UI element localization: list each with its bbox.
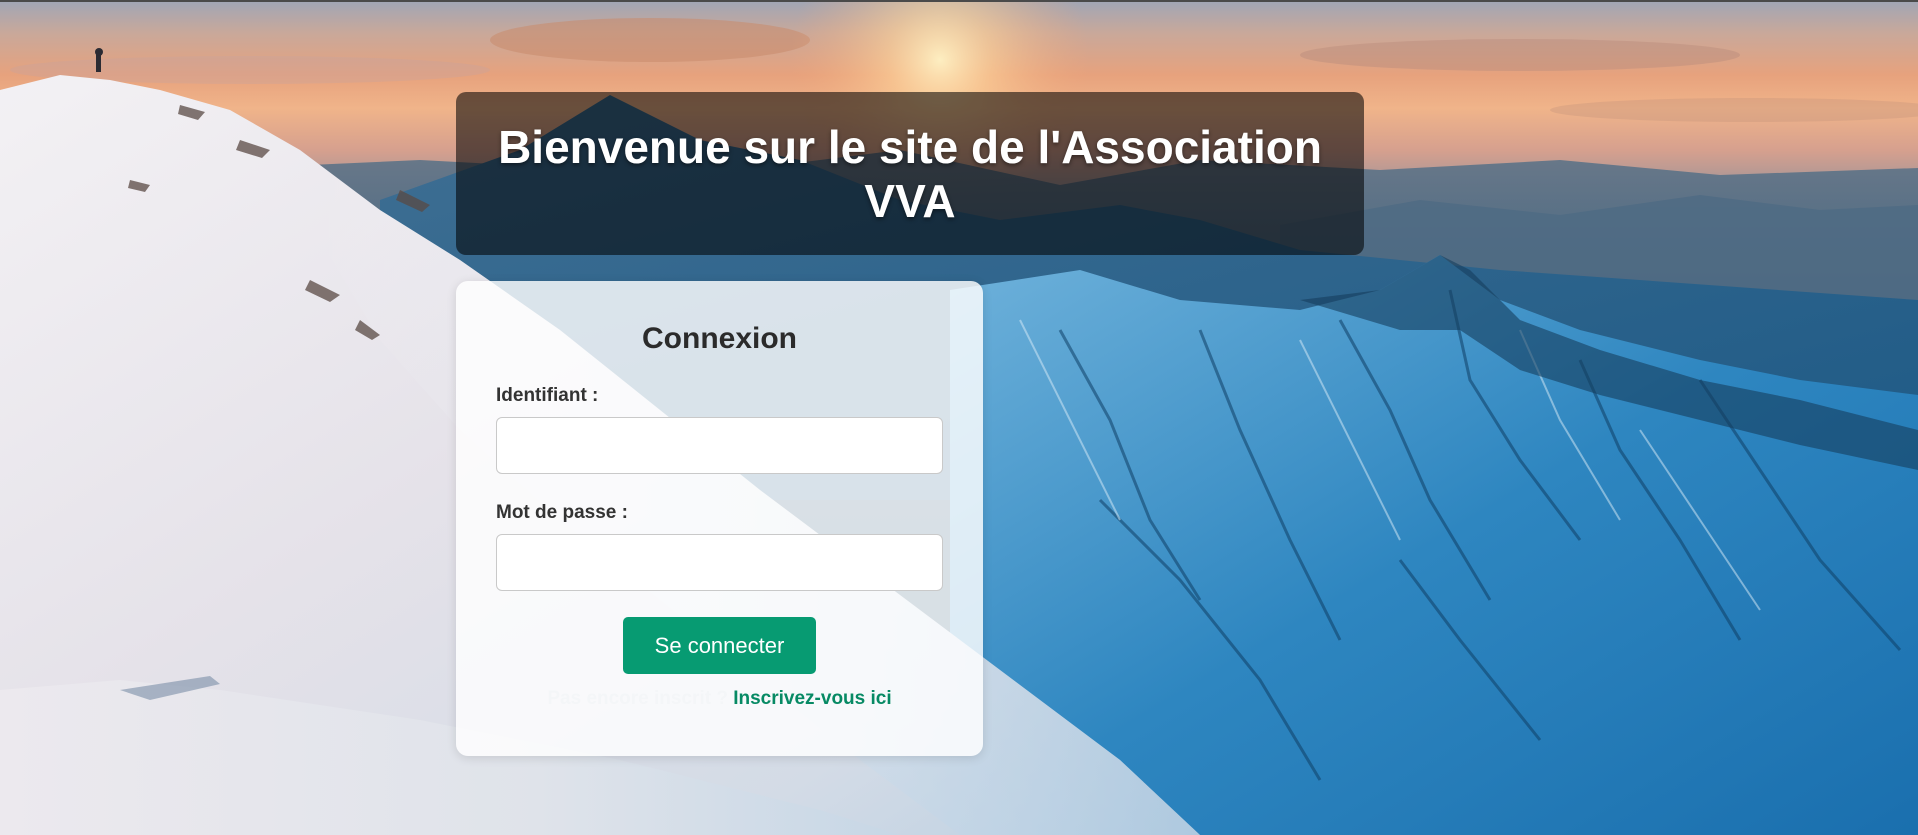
password-input[interactable] bbox=[496, 534, 943, 591]
username-label: Identifiant : bbox=[496, 385, 599, 406]
top-rule bbox=[0, 0, 1918, 2]
signup-prompt: Pas encore inscrit ? bbox=[547, 688, 728, 709]
username-input[interactable] bbox=[496, 417, 943, 474]
submit-row: Se connecter bbox=[496, 617, 943, 674]
signup-row: Pas encore inscrit ? Inscrivez-vous ici bbox=[496, 687, 943, 711]
password-label: Mot de passe : bbox=[496, 502, 628, 523]
page-title: Bienvenue sur le site de l'Association V… bbox=[498, 120, 1322, 227]
login-button[interactable]: Se connecter bbox=[623, 617, 816, 674]
signup-link[interactable]: Inscrivez-vous ici bbox=[733, 688, 891, 709]
login-card: Connexion Identifiant : Mot de passe : S… bbox=[456, 281, 983, 756]
welcome-banner: Bienvenue sur le site de l'Association V… bbox=[456, 92, 1364, 255]
login-heading: Connexion bbox=[642, 322, 797, 355]
